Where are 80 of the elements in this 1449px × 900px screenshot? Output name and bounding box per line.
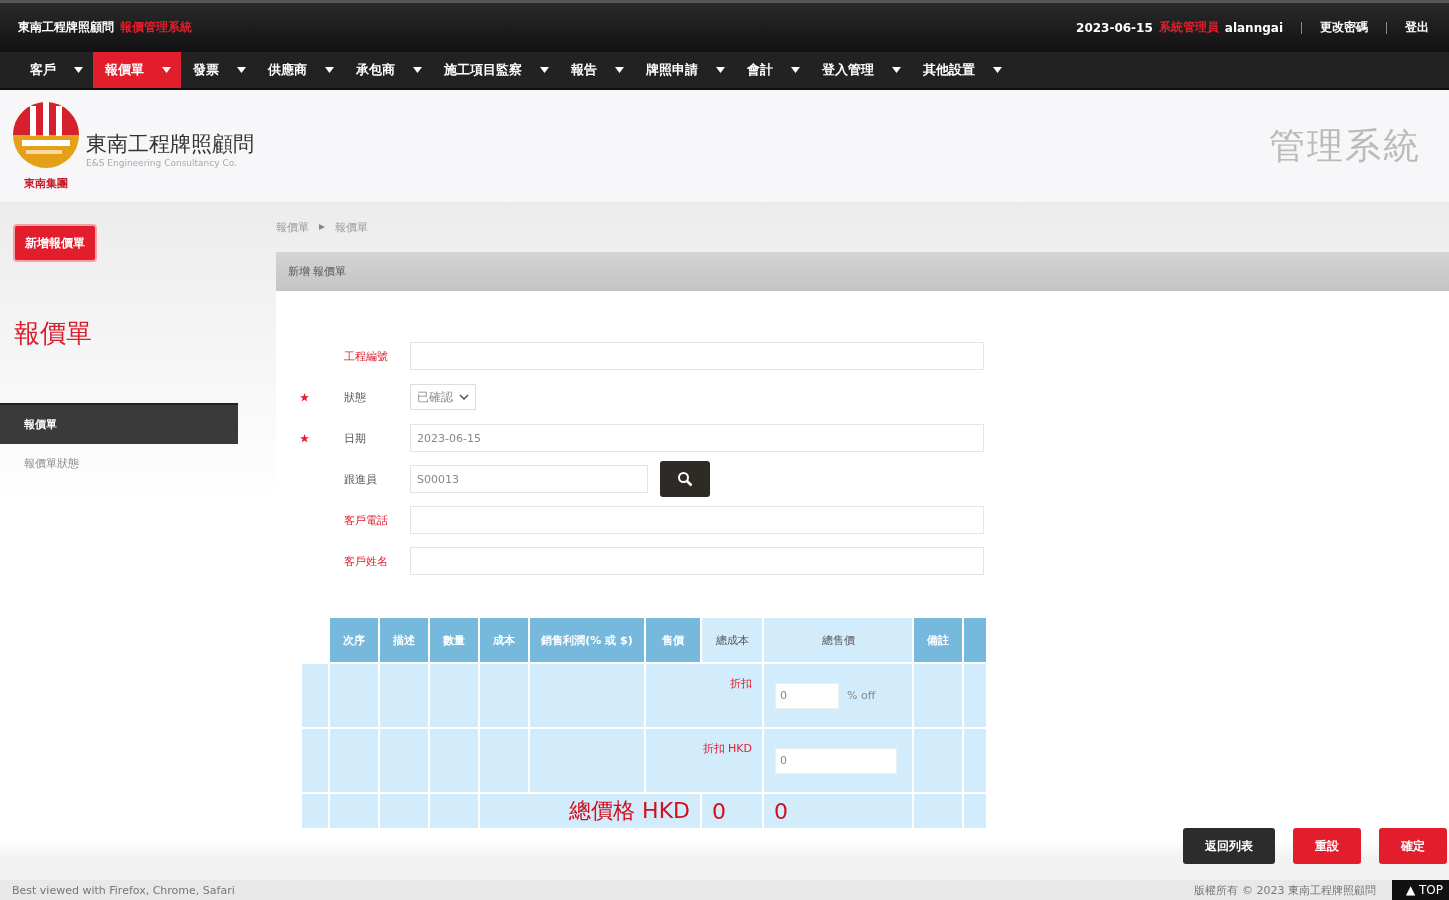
caret-icon <box>237 67 246 73</box>
total-price: 0 <box>774 798 788 824</box>
input-field[interactable] <box>410 342 984 370</box>
action-button[interactable]: 返回列表 <box>1183 828 1275 864</box>
status-select[interactable]: 已確認 <box>410 384 476 410</box>
discount-percent-field[interactable]: 0 <box>775 682 839 709</box>
nav-tab[interactable]: 報價單 <box>93 52 181 88</box>
browser-note: Best viewed with Firefox, Chrome, Safari <box>12 883 235 897</box>
breadcrumb-arrow-icon <box>319 224 325 230</box>
nav-tab[interactable]: 施工項目監察 <box>432 52 559 88</box>
input-field[interactable] <box>410 547 984 575</box>
column-header: 成本 <box>479 617 529 663</box>
column-header: 次序 <box>329 617 379 663</box>
action-button[interactable]: 重設 <box>1293 828 1361 864</box>
caret-icon <box>162 67 171 73</box>
field-label: 日期 <box>344 430 367 446</box>
nav-tab[interactable]: 牌照申請 <box>634 52 735 88</box>
nav-tab[interactable]: 客戶 <box>18 52 93 88</box>
caret-icon <box>540 67 549 73</box>
nav-tab[interactable]: 供應商 <box>256 52 344 88</box>
field-label: 狀態 <box>344 389 367 405</box>
logo-name: 東南工程牌照顧問 <box>86 130 254 158</box>
nav-tab[interactable]: 發票 <box>181 52 256 88</box>
caret-icon <box>413 67 422 73</box>
input-field[interactable] <box>410 506 984 534</box>
column-header: 數量 <box>429 617 479 663</box>
total-label: 總價格 HKD <box>569 797 690 823</box>
unit-label: % off <box>847 689 876 702</box>
required-star-icon <box>300 392 309 402</box>
nav-tab[interactable]: 會計 <box>735 52 810 88</box>
new-quotation-button[interactable]: 新增報價單 <box>13 224 97 262</box>
sidebar-item[interactable]: 報價單狀態 <box>0 444 238 483</box>
panel-header: 新增 報價單 <box>276 252 1449 291</box>
nav-tab[interactable]: 承包商 <box>344 52 432 88</box>
search-icon <box>677 471 693 487</box>
caret-icon <box>615 67 624 73</box>
chevron-down-icon <box>459 394 469 400</box>
column-header: 總售價 <box>763 617 913 663</box>
total-cost: 0 <box>712 798 726 824</box>
user-role: 系統管理員 <box>1158 19 1219 36</box>
top-link[interactable]: 登出 <box>1405 19 1429 36</box>
system-title: 管理系統 <box>1269 123 1421 168</box>
sidebar-item[interactable]: 報價單 <box>0 403 238 444</box>
column-header: 總成本 <box>701 617 763 663</box>
column-header: 描述 <box>379 617 429 663</box>
nav-tab[interactable]: 報告 <box>559 52 634 88</box>
field-label: 客戶姓名 <box>344 553 389 569</box>
copyright: 版權所有 © 2023 東南工程牌照顧問 <box>1194 882 1376 898</box>
discount-label: 折扣 <box>730 677 752 690</box>
input-field[interactable]: 2023-06-15 <box>410 424 984 452</box>
caret-icon <box>892 67 901 73</box>
column-header: 備註 <box>913 617 963 663</box>
caret-icon <box>716 67 725 73</box>
nav-tab[interactable]: 登入管理 <box>810 52 911 88</box>
user-name: alanngai <box>1224 20 1283 35</box>
back-to-top-link[interactable]: ▲ TOP <box>1391 880 1449 900</box>
logo-group-name: 東南集團 <box>24 175 68 191</box>
caret-icon <box>791 67 800 73</box>
field-label: 客戶電話 <box>344 512 389 528</box>
column-header: 銷售利潤(% 或 $) <box>529 617 645 663</box>
logo-english: E&S Engineering Consultancy Co. <box>86 157 238 168</box>
required-star-icon <box>300 433 309 443</box>
sidebar-title: 報價單 <box>14 317 93 350</box>
caret-icon <box>325 67 334 73</box>
current-date: 2023-06-15 <box>1076 20 1153 35</box>
search-button[interactable] <box>660 461 710 497</box>
nav-tab[interactable]: 其他設置 <box>911 52 1012 88</box>
caret-icon <box>993 67 1002 73</box>
input-field[interactable]: S00013 <box>410 465 648 493</box>
field-label: 工程編號 <box>344 348 389 364</box>
action-button[interactable]: 確定 <box>1379 828 1447 864</box>
system-name: 報價管理系統 <box>120 19 192 36</box>
caret-icon <box>74 67 83 73</box>
discount-amount-field[interactable]: 0 <box>775 747 897 774</box>
column-header: 售價 <box>645 617 701 663</box>
logo-icon <box>12 101 80 168</box>
discount-amount-label: 折扣 HKD <box>702 742 752 755</box>
company-name: 東南工程牌照顧問 <box>18 19 114 36</box>
top-link[interactable]: 更改密碼 <box>1320 19 1368 36</box>
field-label: 跟進員 <box>344 471 378 487</box>
